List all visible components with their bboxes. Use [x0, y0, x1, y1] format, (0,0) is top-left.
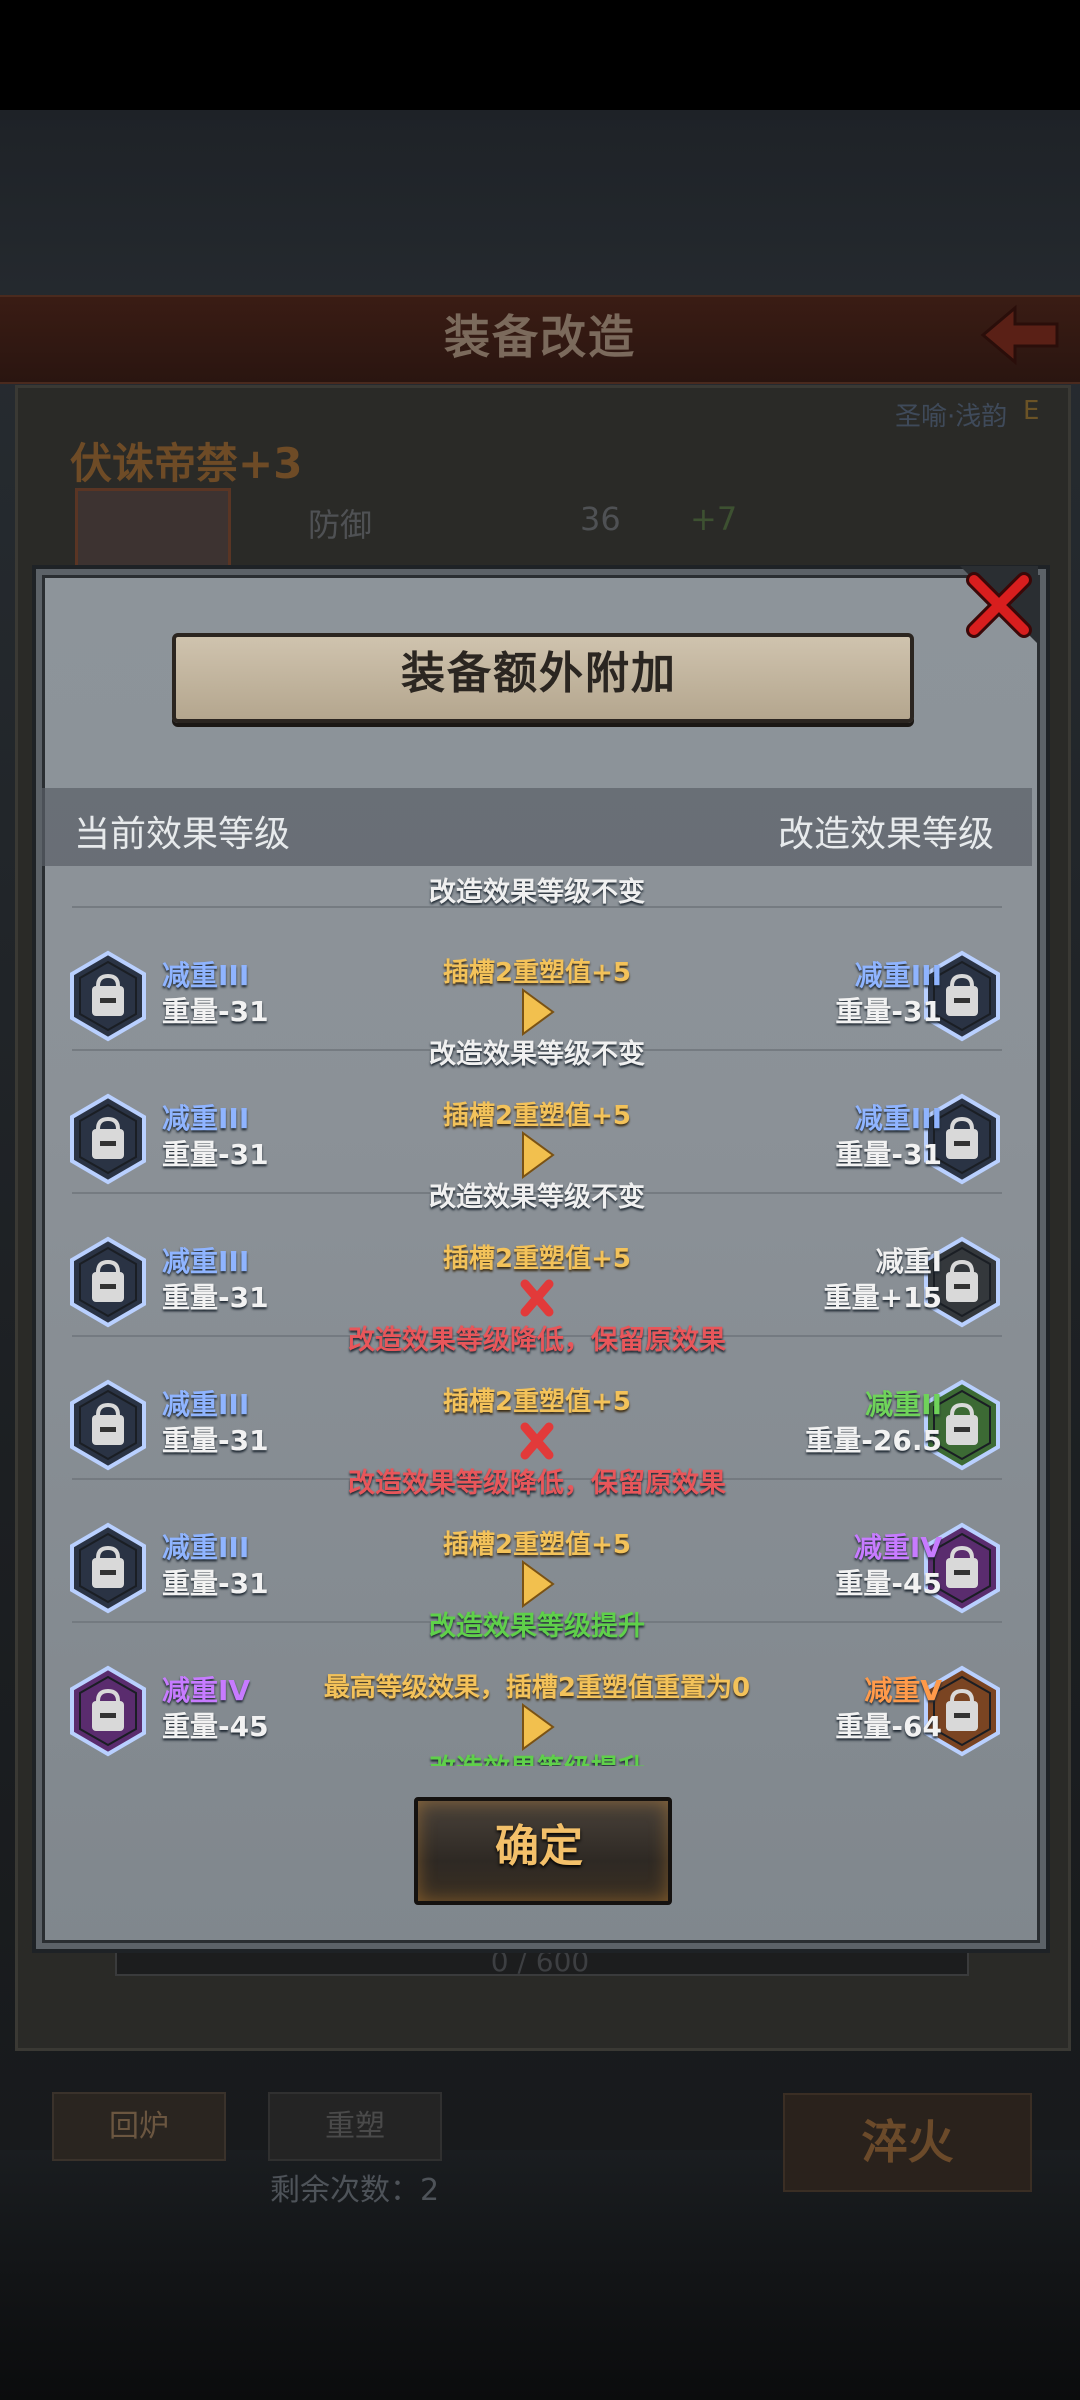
reform-result-text: 改造效果等级降低，保留原效果	[348, 1468, 726, 1499]
reform-effect-value: 重量+15	[823, 1281, 942, 1314]
effect-list[interactable]: 改造效果等级不变 减重III 重量-31 插槽2重塑值+5 改造效果等级不变 减重III…	[42, 866, 1032, 1766]
reform-effect-name: 减重IV	[853, 1531, 942, 1564]
upgrade-arrow-icon	[517, 1558, 557, 1610]
reform-result-text: 改造效果等级不变	[429, 1182, 645, 1213]
reshape-button[interactable]: 重塑	[268, 2092, 442, 2161]
effect-row: 减重III 重量-31 插槽2重塑值+5 改造效果等级不变 减重III 重量-31	[42, 906, 1032, 1070]
reform-effect-value: 重量-31	[835, 995, 942, 1028]
reform-result-text: 改造效果等级提升	[429, 1611, 645, 1642]
current-effect-value: 重量-31	[162, 995, 269, 1028]
stat-value: 36	[580, 500, 621, 538]
reform-result-text: 改造效果等级降低，保留原效果	[348, 1325, 726, 1356]
reform-result-text: 改造效果等级不变	[429, 1039, 645, 1070]
current-level-header: 当前效果等级	[74, 814, 291, 855]
quench-button[interactable]: 淬火	[783, 2093, 1032, 2192]
equipment-name: 伏诛帝禁+3	[70, 439, 303, 488]
stat-label: 防御	[308, 506, 373, 544]
reform-effect-name: 减重III	[854, 1102, 942, 1135]
equipment-thumbnail	[75, 488, 231, 574]
upgrade-arrow-icon	[517, 1701, 557, 1753]
reform-level-header: 改造效果等级	[778, 814, 995, 855]
partial-row-result: 改造效果等级不变	[429, 877, 645, 908]
screen-title: 装备改造	[444, 310, 636, 364]
current-effect-value: 重量-31	[162, 1424, 269, 1457]
remaining-count: 剩余次数：2	[270, 2173, 440, 2208]
confirm-button-label[interactable]: 确定	[414, 1797, 664, 1897]
status-bar-area	[0, 0, 1080, 110]
close-icon[interactable]	[960, 566, 1038, 644]
reform-effect-value: 重量-26.5	[805, 1424, 942, 1457]
recycle-button[interactable]: 回炉	[52, 2092, 226, 2161]
reform-effect-name: 减重III	[854, 959, 942, 992]
current-effect-value: 重量-31	[162, 1567, 269, 1600]
reform-effect-name: 减重II	[865, 1388, 942, 1421]
current-effect-value: 重量-31	[162, 1281, 269, 1314]
fail-cross-icon	[517, 1415, 557, 1467]
stat-bonus: +7	[690, 500, 738, 538]
reform-effect-value: 重量-31	[835, 1138, 942, 1171]
reform-effect-value: 重量-45	[835, 1567, 942, 1600]
upgrade-arrow-icon	[517, 986, 557, 1038]
current-effect-value: 重量-45	[162, 1710, 269, 1743]
reform-effect-name: 减重I	[875, 1245, 942, 1278]
reform-effect-value: 重量-64	[835, 1710, 942, 1743]
fail-cross-icon	[517, 1272, 557, 1324]
reform-effect-name: 减重V	[864, 1674, 942, 1707]
upgrade-arrow-icon	[517, 1129, 557, 1181]
equipment-tag-grade: E	[1023, 396, 1040, 426]
dialog-title: 装备额外附加	[401, 648, 677, 699]
reform-result-text: 改造效果等级提升	[42, 1747, 1032, 1766]
back-arrow-icon[interactable]	[975, 300, 1065, 370]
current-effect-value: 重量-31	[162, 1138, 269, 1171]
equipment-tag: 圣喻·浅韵	[895, 402, 1008, 432]
row-divider	[72, 906, 1002, 908]
